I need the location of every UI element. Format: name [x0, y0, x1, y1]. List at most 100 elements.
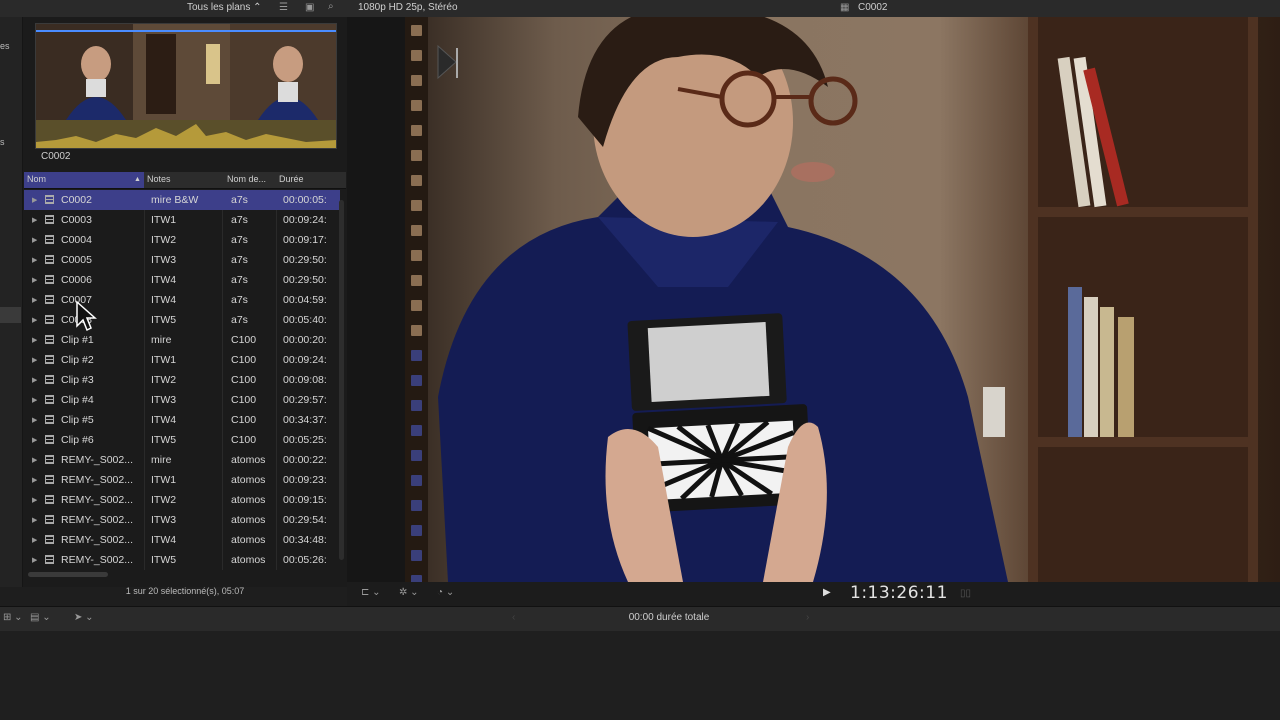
timecode-display[interactable]: 1:13:26:11 [850, 583, 948, 603]
clip-duration: 00:09:15: [283, 494, 327, 506]
transform-tool-icon[interactable]: ✲ ⌄ [399, 587, 419, 598]
clip-camera-name: a7s [231, 234, 248, 246]
disclosure-triangle-icon[interactable]: ▶ [32, 296, 37, 304]
play-icon[interactable]: ▶ [823, 587, 831, 598]
clip-icon [45, 555, 54, 564]
horizontal-scrollbar[interactable] [28, 572, 108, 577]
clip-notes: ITW1 [151, 474, 177, 486]
disclosure-triangle-icon[interactable]: ▶ [32, 496, 37, 504]
disclosure-triangle-icon[interactable]: ▶ [32, 416, 37, 424]
column-header-camera[interactable]: Nom de... [227, 174, 266, 184]
clip-name: Clip #5 [61, 414, 94, 426]
clip-row[interactable]: ▶ Clip #4 ITW3 C100 00:29:57: [24, 390, 340, 410]
sprocket-hole [411, 25, 422, 36]
clip-row[interactable]: ▶ REMY-_S002... ITW2 atomos 00:09:15: [24, 490, 340, 510]
audio-meter-icon[interactable]: ▯▯ [960, 588, 971, 599]
clip-row[interactable]: ▶ Clip #2 ITW1 C100 00:09:24: [24, 350, 340, 370]
search-icon[interactable]: ⌕ [328, 1, 334, 12]
filmstrip-preview[interactable] [35, 23, 337, 149]
clip-row[interactable]: ▶ REMY-_S002... ITW5 atomos 00:05:26: [24, 550, 340, 570]
disclosure-triangle-icon[interactable]: ▶ [32, 316, 37, 324]
list-view-icon[interactable]: ▣ [305, 2, 314, 13]
clip-camera-name: a7s [231, 254, 248, 266]
clip-row[interactable]: ▶ REMY-_S002... ITW4 atomos 00:34:48: [24, 530, 340, 550]
disclosure-triangle-icon[interactable]: ▶ [32, 356, 37, 364]
disclosure-triangle-icon[interactable]: ▶ [32, 456, 37, 464]
clip-camera-name: a7s [231, 214, 248, 226]
disclosure-triangle-icon[interactable]: ▶ [32, 196, 37, 204]
sprocket-hole [411, 100, 422, 111]
clip-camera-name: C100 [231, 434, 257, 446]
clip-icon [45, 215, 54, 224]
clip-notes: mire B&W [151, 194, 199, 206]
sprocket-hole [411, 200, 422, 211]
clip-row[interactable]: ▶ Clip #5 ITW4 C100 00:34:37: [24, 410, 340, 430]
filmstrip-view-icon[interactable]: ☰ [279, 2, 288, 13]
clip-notes: ITW1 [151, 354, 177, 366]
clip-icon [45, 335, 54, 344]
disclosure-triangle-icon[interactable]: ▶ [32, 556, 37, 564]
clip-row[interactable]: ▶ REMY-_S002... ITW1 atomos 00:09:23: [24, 470, 340, 490]
sprocket-hole [411, 75, 422, 86]
disclosure-triangle-icon[interactable]: ▶ [32, 436, 37, 444]
clip-icon [45, 435, 54, 444]
clip-duration: 00:05:25: [283, 434, 327, 446]
clip-icon [45, 375, 54, 384]
clip-row[interactable]: ▶ Clip #3 ITW2 C100 00:09:08: [24, 370, 340, 390]
vertical-scrollbar[interactable] [339, 200, 344, 560]
clip-filter-popup[interactable]: Tous les plans ⌃ [187, 2, 262, 13]
timeline-area[interactable] [0, 631, 1280, 720]
clip-duration: 00:09:24: [283, 214, 327, 226]
clip-row[interactable]: ▶ C0006 ITW4 a7s 00:29:50: [24, 270, 340, 290]
sprocket-hole [411, 350, 422, 361]
disclosure-triangle-icon[interactable]: ▶ [32, 236, 37, 244]
clip-camera-name: a7s [231, 194, 248, 206]
column-header-duration[interactable]: Durée [279, 174, 304, 184]
disclosure-triangle-icon[interactable]: ▶ [32, 476, 37, 484]
sprocket-hole [411, 325, 422, 336]
sprocket-hole [411, 50, 422, 61]
clip-row[interactable]: ▶ C0007 ITW4 a7s 00:04:59: [24, 290, 340, 310]
column-header-name[interactable]: Nom [27, 174, 46, 184]
disclosure-triangle-icon[interactable]: ▶ [32, 536, 37, 544]
disclosure-triangle-icon[interactable]: ▶ [32, 256, 37, 264]
clip-name: REMY-_S002... [61, 494, 133, 506]
clip-icon [45, 535, 54, 544]
clip-row[interactable]: ▶ C0002 mire B&W a7s 00:00:05: [24, 190, 340, 210]
filmstrip-thumbnails [36, 24, 336, 148]
clip-row[interactable]: ▶ C0005 ITW3 a7s 00:29:50: [24, 250, 340, 270]
sidebar-selected-item[interactable] [0, 307, 21, 323]
viewer-video-frame[interactable] [428, 17, 1280, 582]
clip-duration: 00:29:57: [283, 394, 327, 406]
clip-name: Clip #1 [61, 334, 94, 346]
clip-duration: 00:09:17: [283, 234, 327, 246]
clip-row[interactable]: ▶ Clip #1 mire C100 00:00:20: [24, 330, 340, 350]
disclosure-triangle-icon[interactable]: ▶ [32, 216, 37, 224]
clip-name: C0002 [61, 194, 92, 206]
disclosure-triangle-icon[interactable]: ▶ [32, 376, 37, 384]
view-options-icon[interactable]: ⊏ ⌄ [361, 587, 381, 598]
clip-duration: 00:34:48: [283, 534, 327, 546]
clip-row[interactable]: ▶ REMY-_S002... ITW3 atomos 00:29:54: [24, 510, 340, 530]
column-header-notes[interactable]: Notes [147, 174, 171, 184]
sprocket-hole [411, 550, 422, 561]
disclosure-triangle-icon[interactable]: ▶ [32, 396, 37, 404]
sort-ascending-icon[interactable]: ▲ [134, 176, 141, 183]
clip-icon [45, 355, 54, 364]
clip-name: C0003 [61, 214, 92, 226]
disclosure-triangle-icon[interactable]: ▶ [32, 516, 37, 524]
viewer-left-margin [347, 17, 405, 582]
clip-name: Clip #6 [61, 434, 94, 446]
clip-camera-name: atomos [231, 534, 266, 546]
clip-row[interactable]: ▶ REMY-_S002... mire atomos 00:00:22: [24, 450, 340, 470]
clip-row[interactable]: ▶ C0004 ITW2 a7s 00:09:17: [24, 230, 340, 250]
retiming-icon[interactable]: ◔ ⌄ [437, 587, 454, 598]
clip-row[interactable]: ▶ Clip #6 ITW5 C100 00:05:25: [24, 430, 340, 450]
clip-row[interactable]: ▶ C0003 ITW1 a7s 00:09:24: [24, 210, 340, 230]
disclosure-triangle-icon[interactable]: ▶ [32, 276, 37, 284]
clip-icon [45, 415, 54, 424]
clip-row[interactable]: ▶ C0008 ITW5 a7s 00:05:40: [24, 310, 340, 330]
sidebar-fragment: s [0, 137, 5, 147]
disclosure-triangle-icon[interactable]: ▶ [32, 336, 37, 344]
sprocket-hole [411, 450, 422, 461]
